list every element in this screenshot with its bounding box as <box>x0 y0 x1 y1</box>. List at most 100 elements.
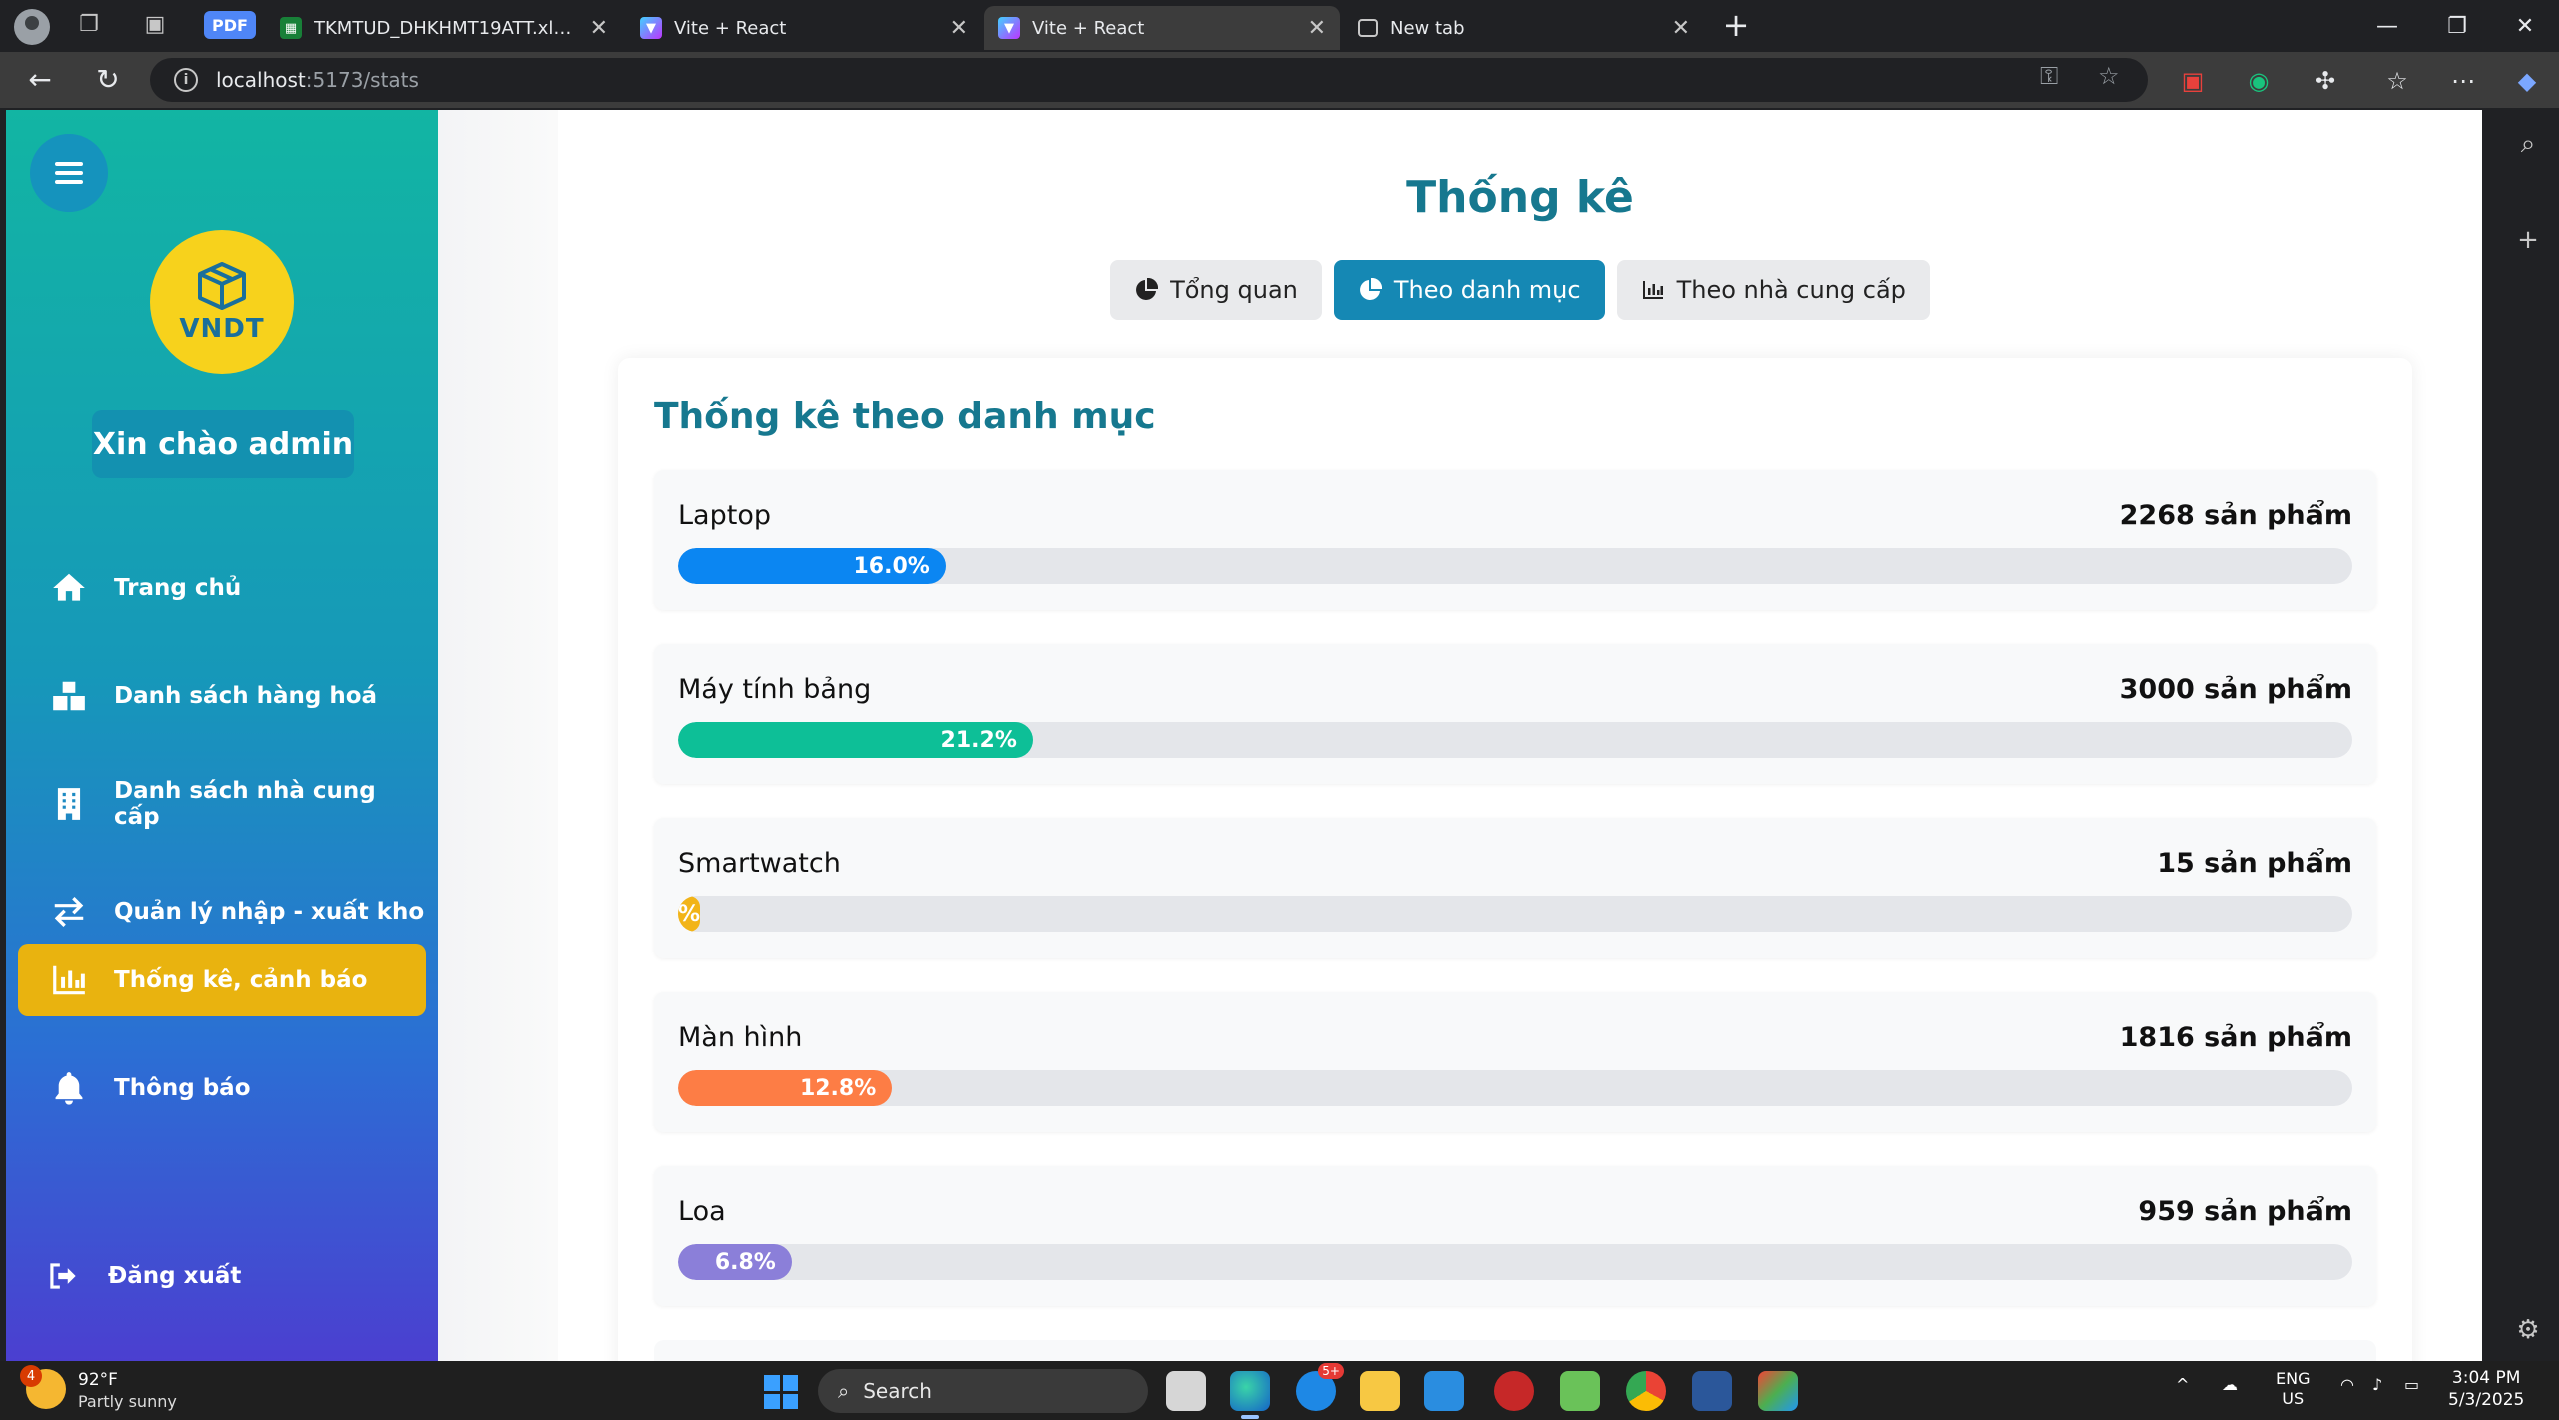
category-row: Máy tính bảng 3000 sản phẩm 21.2% <box>654 644 2376 784</box>
browser-tab-newtab[interactable]: New tab ✕ <box>1344 6 1704 50</box>
content-gutter <box>438 110 558 1361</box>
browser-tab-sheets[interactable]: ▦ TKMTUD_DHKHMT19ATT.xlsx - G ✕ <box>266 6 622 50</box>
sidebar-item-products[interactable]: Danh sách hàng hoá <box>18 660 426 732</box>
extension-green-icon[interactable]: ◉ <box>2242 64 2276 98</box>
tab-label: Theo danh mục <box>1393 276 1581 304</box>
extension-red-icon[interactable]: ▣ <box>2176 64 2210 98</box>
tab-actions-icon[interactable]: ▣ <box>142 12 168 38</box>
browser-tab-vite-2[interactable]: ▼ Vite + React ✕ <box>984 6 1340 50</box>
category-row: Smartwatch 15 sản phẩm % <box>654 818 2376 958</box>
reload-icon[interactable]: ↻ <box>90 62 126 98</box>
zalo-icon[interactable]: 5+ <box>1296 1363 1344 1411</box>
edge-icon[interactable] <box>1230 1371 1270 1411</box>
tab-title: Vite + React <box>1032 17 1145 39</box>
cloud-icon[interactable]: ☁ <box>2222 1375 2238 1394</box>
sidebar: VNDT Xin chào admin Trang chủ Danh sách … <box>6 110 438 1361</box>
word-icon[interactable] <box>1692 1371 1732 1411</box>
browser-tab-vite-1[interactable]: ▼ Vite + React ✕ <box>626 6 982 50</box>
back-icon[interactable]: ← <box>22 62 58 98</box>
weather-temp: 92°F <box>78 1370 118 1390</box>
windows-start-icon[interactable] <box>764 1375 798 1409</box>
progress-track: 16.0% <box>678 548 2352 584</box>
search-placeholder: Search <box>863 1379 932 1403</box>
game-icon[interactable] <box>1494 1371 1534 1411</box>
sidebar-item-label: Trang chủ <box>114 575 242 601</box>
profile-avatar-icon[interactable] <box>14 9 50 45</box>
favorite-star-icon[interactable]: ☆ <box>2098 62 2120 90</box>
weather-widget[interactable]: 4 92°F Partly sunny <box>20 1365 177 1413</box>
progress-track: % <box>678 896 2352 932</box>
weather-badge: 4 <box>20 1365 42 1387</box>
site-info-icon[interactable]: i <box>174 68 198 92</box>
category-count: 959 sản phẩm <box>2138 1196 2352 1227</box>
category-name: Smartwatch <box>678 848 841 879</box>
search-icon[interactable]: ⌕ <box>2510 126 2546 162</box>
new-tab-button[interactable]: + <box>1718 8 1754 44</box>
weather-desc: Partly sunny <box>78 1392 177 1411</box>
logo-text: VNDT <box>179 314 265 344</box>
weather-sun-icon: 4 <box>20 1365 66 1409</box>
wifi-icon[interactable]: ◠ <box>2340 1375 2354 1394</box>
key-icon[interactable]: ⚿ <box>2040 62 2058 90</box>
sidebar-item-statistics[interactable]: Thống kê, cảnh báo <box>18 944 426 1016</box>
vscode-icon[interactable] <box>1424 1371 1464 1411</box>
close-icon[interactable]: ✕ <box>1672 16 1690 41</box>
sidebar-item-home[interactable]: Trang chủ <box>18 552 426 624</box>
tab-label: Tổng quan <box>1170 276 1298 304</box>
minimize-icon[interactable]: — <box>2354 6 2420 46</box>
logout-button[interactable]: Đăng xuất <box>18 1240 426 1312</box>
bar-chart-icon <box>1642 281 1663 299</box>
sidebar-item-notifications[interactable]: Thông báo <box>18 1052 426 1124</box>
battery-icon[interactable]: ▭ <box>2404 1375 2419 1394</box>
progress-fill: % <box>678 896 700 932</box>
edge-sidebar: ⌕ + ⚙ <box>2498 110 2559 1361</box>
category-stats-card: Thống kê theo danh mục Laptop 2268 sản p… <box>618 358 2412 1361</box>
category-row-partial <box>654 1340 2376 1361</box>
tab-overview[interactable]: Tổng quan <box>1110 260 1322 320</box>
menu-toggle-button[interactable] <box>30 134 108 212</box>
tab-by-category[interactable]: Theo danh mục <box>1333 260 1605 320</box>
close-icon[interactable]: ✕ <box>590 16 608 41</box>
sidebar-item-warehouse[interactable]: Quản lý nhập - xuất kho <box>18 876 426 948</box>
workspaces-icon[interactable]: ❐ <box>76 12 102 38</box>
progress-label: 16.0% <box>853 553 930 579</box>
progress-fill: 12.8% <box>678 1070 893 1106</box>
url-input[interactable]: i localhost:5173/stats <box>150 58 2148 102</box>
taskbar-search[interactable]: ⌕ Search <box>818 1369 1148 1413</box>
category-row: Loa 959 sản phẩm 6.8% <box>654 1166 2376 1306</box>
zalo-badge: 5+ <box>1318 1363 1344 1379</box>
task-view-icon[interactable] <box>1166 1371 1206 1411</box>
taskbar: 4 92°F Partly sunny ⌕ Search 5+ ^ ☁ ENG … <box>0 1361 2559 1420</box>
chevron-up-icon[interactable]: ^ <box>2176 1375 2189 1394</box>
brand-logo: VNDT <box>150 230 294 374</box>
restore-icon[interactable]: ❐ <box>2424 6 2490 46</box>
active-app-indicator <box>1241 1415 1259 1419</box>
hamburger-icon <box>55 171 83 175</box>
copilot-icon[interactable]: ◆ <box>2510 64 2544 98</box>
tab-by-supplier[interactable]: Theo nhà cung cấp <box>1616 260 1930 320</box>
boxes-icon <box>50 677 88 715</box>
url-text: localhost:5173/stats <box>216 68 419 92</box>
snipping-icon[interactable] <box>1560 1371 1600 1411</box>
more-menu-icon[interactable]: ⋯ <box>2446 64 2480 98</box>
sidebar-item-label: Danh sách hàng hoá <box>114 683 378 709</box>
favorites-icon[interactable]: ☆ <box>2380 64 2414 98</box>
app-icon[interactable] <box>1758 1371 1798 1411</box>
gear-icon[interactable]: ⚙ <box>2510 1312 2546 1348</box>
clock[interactable]: 3:04 PM 5/3/2025 <box>2448 1367 2524 1411</box>
file-explorer-icon[interactable] <box>1360 1371 1400 1411</box>
home-icon <box>50 569 88 607</box>
language-indicator[interactable]: ENG US <box>2276 1369 2310 1409</box>
pdf-tab-badge[interactable]: PDF <box>204 11 256 39</box>
window-close-icon[interactable]: ✕ <box>2492 6 2558 46</box>
tab-title: Vite + React <box>674 17 787 39</box>
close-icon[interactable]: ✕ <box>950 16 968 41</box>
chrome-icon[interactable] <box>1626 1371 1666 1411</box>
chart-icon <box>50 961 88 999</box>
logout-label: Đăng xuất <box>108 1263 242 1289</box>
sidebar-item-suppliers[interactable]: Danh sách nhà cung cấp <box>18 768 426 840</box>
extensions-puzzle-icon[interactable]: ✣ <box>2308 64 2342 98</box>
volume-icon[interactable]: ♪ <box>2372 1375 2382 1394</box>
close-icon[interactable]: ✕ <box>1308 16 1326 41</box>
add-icon[interactable]: + <box>2510 222 2546 258</box>
